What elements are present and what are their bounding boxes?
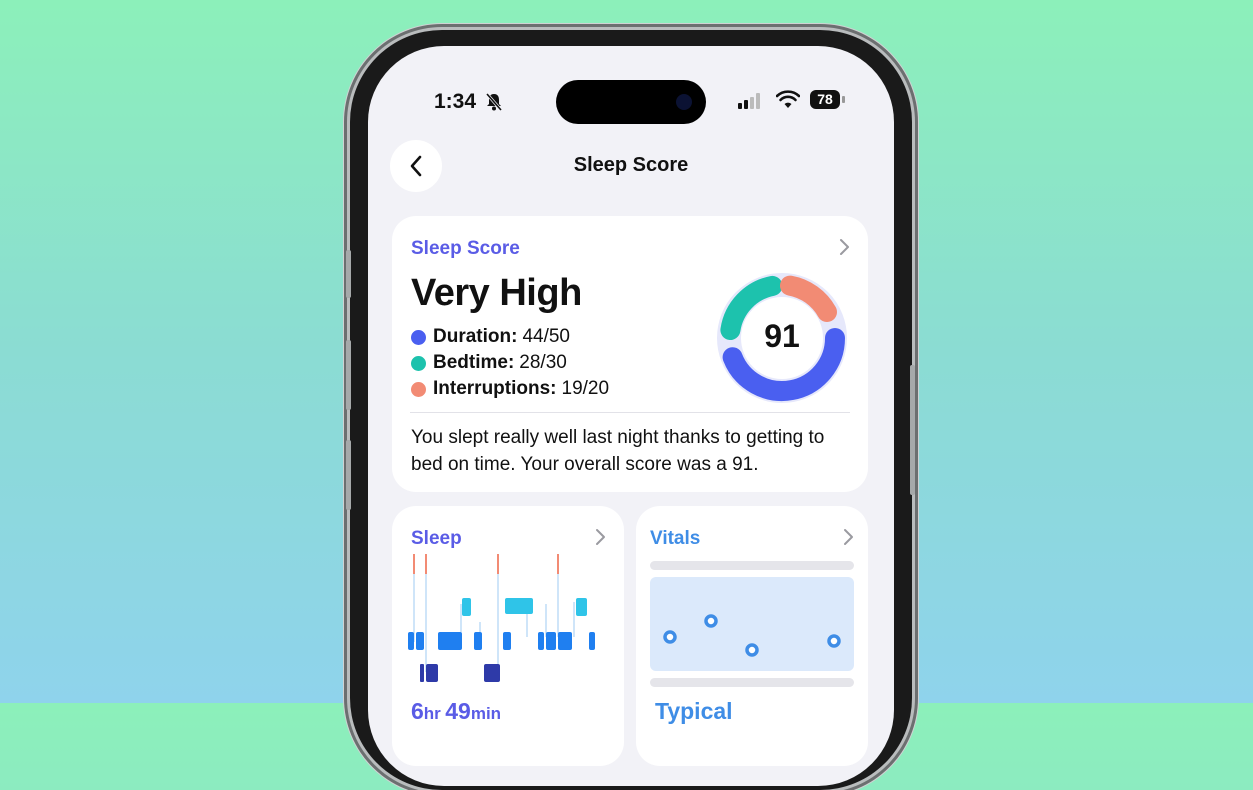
interruptions-dot [411, 381, 426, 397]
phone-screen: 1:34 78 Sleep Score Sleep Score Very Hig… [368, 46, 894, 786]
wifi-icon [776, 90, 800, 108]
rem-segments [462, 598, 587, 616]
duration-hours-unit: hr [423, 704, 441, 723]
status-time: 1:34 [434, 90, 477, 113]
battery-tip [842, 96, 845, 103]
signal-icon [738, 93, 760, 109]
sleep-stages-chart [408, 554, 595, 682]
awake-segments [413, 554, 559, 574]
duration-minutes-unit: min [470, 704, 502, 723]
score-value: 91 [764, 318, 800, 354]
sleep-score-card[interactable]: Sleep Score Very High Duration: 44/50 Be… [392, 216, 868, 492]
camera-icon [676, 94, 692, 110]
deep-segments [420, 664, 500, 682]
phone-frame: 1:34 78 Sleep Score Sleep Score Very Hig… [350, 30, 912, 790]
range-bar-bottom [650, 678, 854, 687]
vitals-range [650, 577, 854, 671]
card-label-vitals: Vitals [650, 528, 701, 549]
page-title: Sleep Score [573, 154, 689, 176]
vitals-status: Typical [655, 698, 733, 724]
power-button [910, 365, 915, 495]
chevron-right-icon [844, 529, 853, 545]
volume-up-button [346, 250, 351, 298]
vitals-points [663, 614, 841, 657]
score-rating: Very High [411, 272, 582, 314]
metric-value: 28/30 [519, 352, 567, 373]
metric-name: Bedtime: [433, 352, 515, 373]
chevron-right-icon [596, 529, 605, 545]
metric-name: Interruptions: [433, 378, 557, 399]
duration-minutes: 49 [445, 698, 471, 724]
volume-down-button [346, 340, 351, 410]
duration-dot [411, 329, 426, 345]
metric-name: Duration: [433, 326, 518, 347]
card-label-sleep: Sleep [411, 528, 462, 549]
status-bar: 1:34 78 [368, 46, 894, 124]
metric-value: 44/50 [522, 326, 570, 347]
sleep-duration: 6hr 49min [411, 698, 501, 725]
duration-hours: 6 [411, 698, 424, 724]
vitals-card[interactable]: Vitals Typical [636, 506, 868, 766]
chevron-right-icon [840, 239, 849, 255]
metric-value: 19/20 [561, 378, 610, 399]
sleep-card[interactable]: Sleep 6hr 49min [392, 506, 624, 766]
dynamic-island [556, 80, 706, 124]
score-summary: You slept really well last night thanks … [411, 427, 825, 475]
metric-duration: Duration: 44/50 [411, 326, 570, 348]
battery-icon: 78 [810, 90, 840, 109]
metric-bedtime: Bedtime: 28/30 [411, 352, 567, 374]
card-label-sleep-score: Sleep Score [411, 238, 520, 259]
bedtime-dot [411, 355, 426, 371]
metric-interruptions: Interruptions: 19/20 [411, 378, 609, 400]
action-button [346, 440, 351, 510]
divider [410, 412, 850, 413]
bell-slash-icon [485, 93, 503, 111]
core-segments [408, 632, 595, 650]
range-bar-top [650, 561, 854, 570]
